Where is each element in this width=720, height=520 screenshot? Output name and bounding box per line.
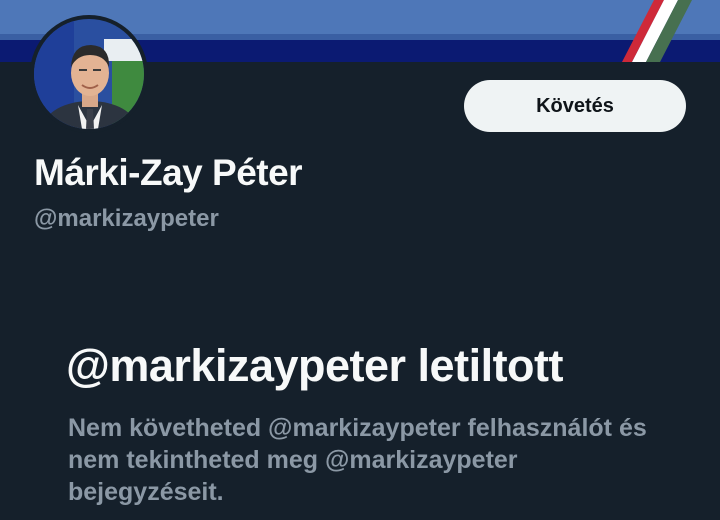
profile-display-name: Márki-Zay Péter bbox=[34, 152, 303, 193]
blocked-message: Nem követheted @markizaypeter felhasznál… bbox=[68, 414, 647, 506]
profile-handle: @markizaypeter bbox=[34, 205, 219, 232]
profile-avatar[interactable] bbox=[30, 15, 148, 133]
avatar-photo bbox=[34, 19, 144, 129]
blocked-title: @markizaypeter letiltott bbox=[66, 340, 564, 391]
hungarian-flag-stripes bbox=[622, 0, 692, 62]
follow-button[interactable]: Követés bbox=[464, 80, 686, 132]
